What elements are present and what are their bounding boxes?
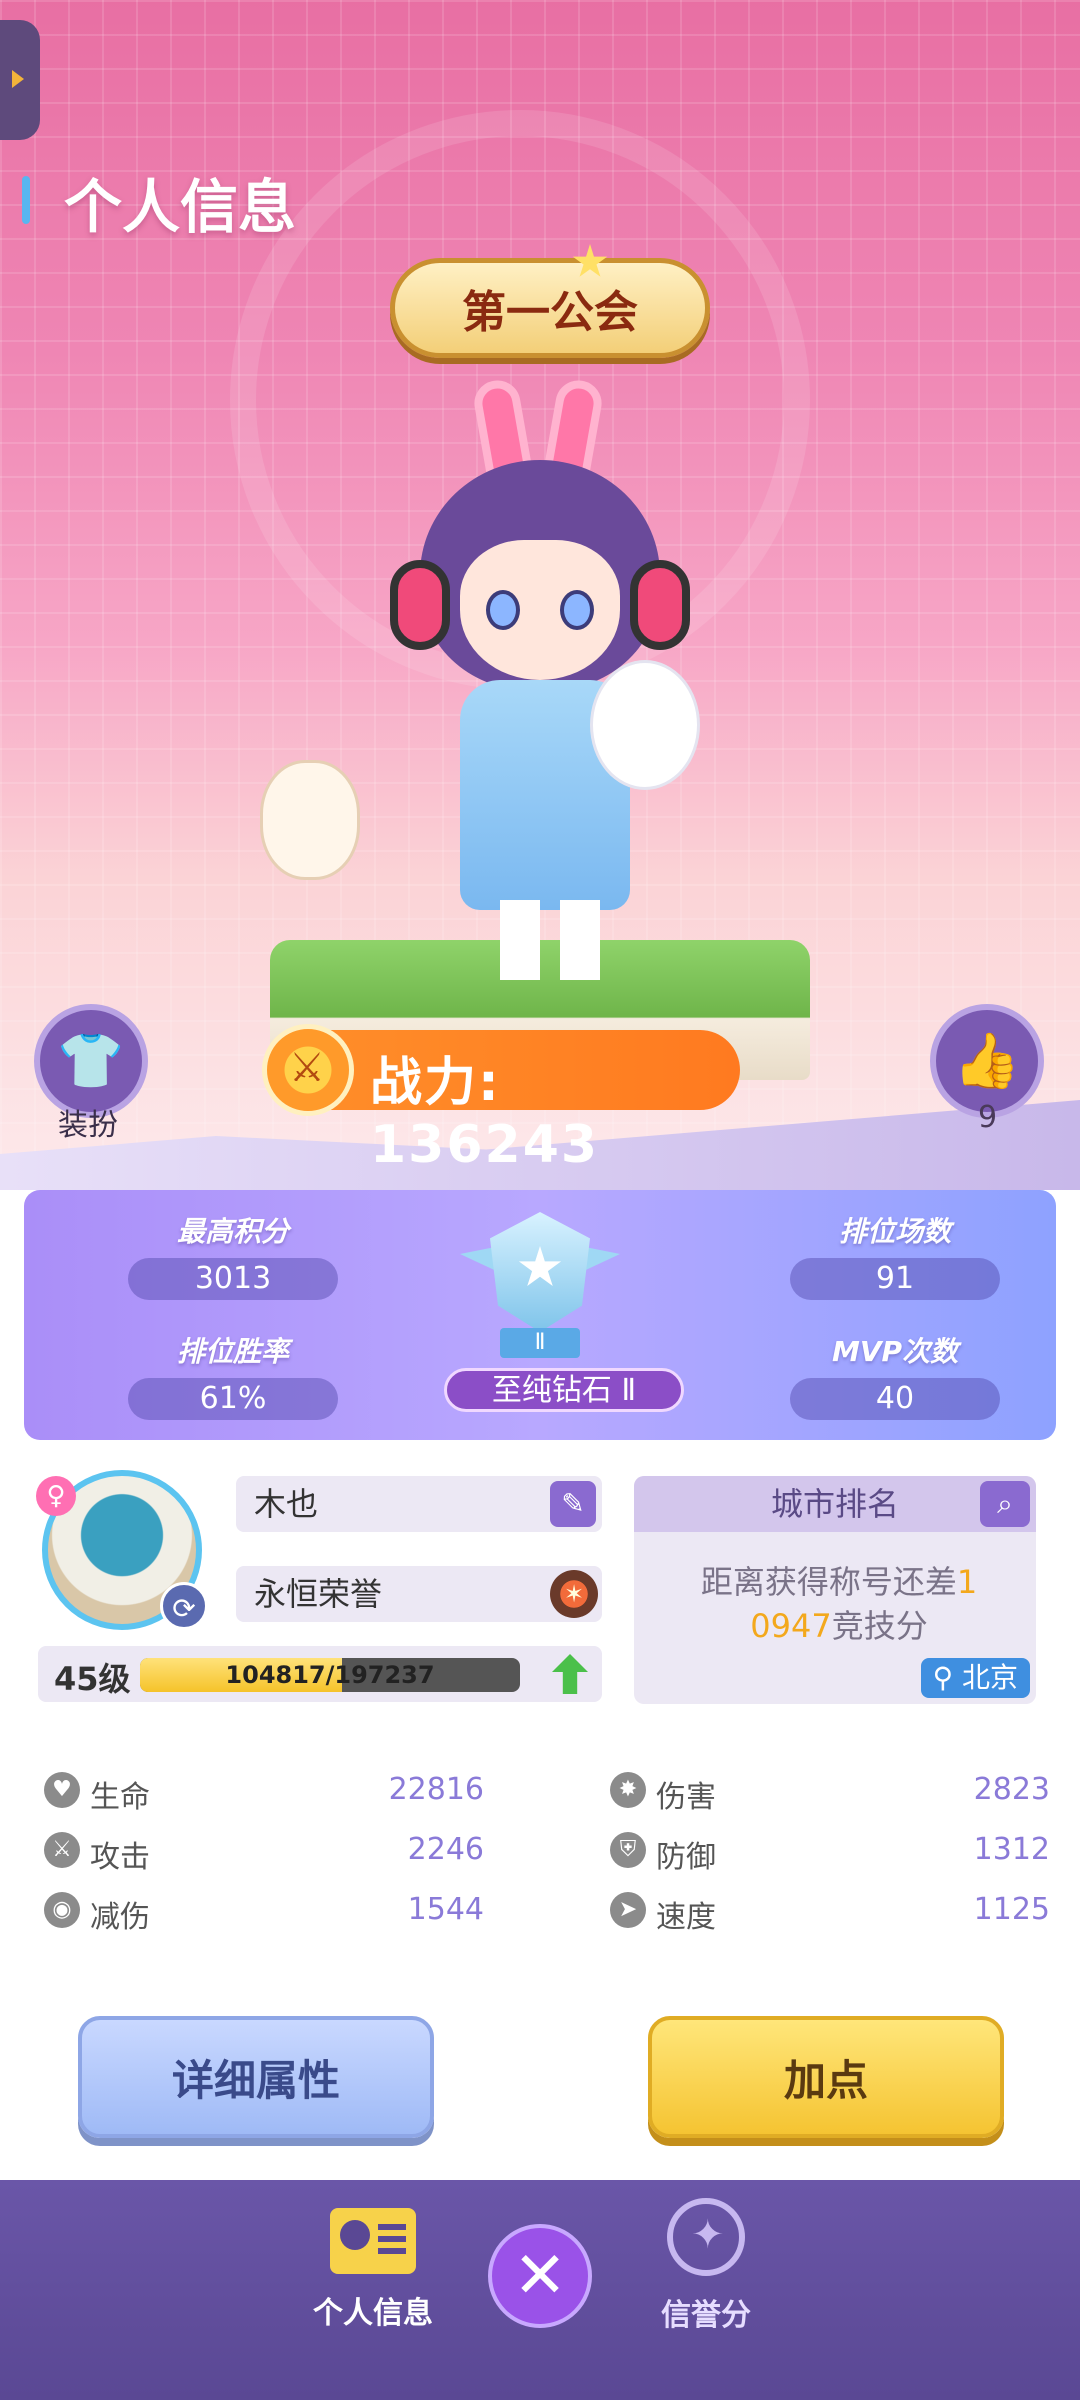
stat-value: 22816 [388,1772,484,1807]
stat-label: 攻击 [90,1840,150,1875]
stat-label: 生命 [90,1780,150,1815]
stat-label: 速度 [656,1900,716,1935]
stat-label: 防御 [656,1840,716,1875]
city-msg-text: 距离获得称号还差 [700,1563,957,1601]
win-rate-label: 排位胜率 [176,1335,289,1368]
held-bunny-plush [590,660,700,790]
honor-badge-icon: ✶ [550,1570,598,1618]
close-button[interactable]: ✕ [488,2224,592,2328]
detailed-attributes-button[interactable]: 详细属性 [78,2016,434,2138]
headphone-right [630,560,690,650]
rank-matches-label: 排位场数 [838,1215,951,1248]
player-name: 木也 [254,1485,319,1523]
win-rate-cell: 排位胜率 61% [128,1330,338,1420]
side-drawer-tab[interactable] [0,20,40,140]
tab-credit-score[interactable]: 信誉分 [646,2198,766,2334]
city-ranking-title: 城市排名 [634,1476,1036,1532]
eye-right [560,590,594,630]
city-ranking-box: 城市排名 ⌕ 距离获得称号还差1 0947竞技分 ⚲ 北京 [634,1476,1036,1704]
mvp-label: MVP次数 [831,1335,959,1368]
stat-row: ➤ 速度 1125 [610,1886,1050,1936]
rank-matches-cell: 排位场数 91 [790,1210,1000,1300]
city-msg-points: 1 [956,1563,978,1601]
change-avatar-icon[interactable]: ⟳ [160,1582,208,1630]
stat-row: ◉ 减伤 1544 [44,1886,484,1936]
credit-badge-icon [667,2198,745,2276]
stat-value: 1544 [407,1892,484,1927]
stat-row: ⚔ 攻击 2246 [44,1826,484,1876]
location-badge[interactable]: ⚲ 北京 [920,1658,1030,1698]
edit-name-button[interactable]: ✎ [550,1481,596,1527]
add-points-button[interactable]: 加点 [648,2016,1004,2138]
shirt-icon: 👕 [57,1029,125,1092]
bunny-pet [260,760,360,880]
damage-icon: ✸ [610,1772,646,1808]
heart-icon: ♥ [44,1772,80,1808]
location-pin-icon: ⚲ [932,1661,954,1694]
location-name: 北京 [961,1661,1018,1694]
mvp-value: 40 [790,1378,1000,1420]
player-name-field: 木也 ✎ [236,1476,602,1532]
tab-personal-info-label: 个人信息 [313,2296,433,2331]
female-gender-icon: ♀ [36,1476,76,1516]
eye-left [486,590,520,630]
player-level: 45级 [54,1660,131,1698]
edit-icon: ✎ [561,1487,585,1520]
rank-matches-value: 91 [790,1258,1000,1300]
headphone-left [390,560,450,650]
stat-label: 减伤 [90,1900,150,1935]
combat-power-value: 战力: 136243 [370,1053,600,1175]
attribute-stats-card: ♥ 生命 22816 ✸ 伤害 2823 ⚔ 攻击 2246 ⛨ 防御 1312… [24,1740,1056,1986]
speed-icon: ➤ [610,1892,646,1928]
highest-score-label: 最高积分 [176,1215,289,1248]
city-msg-unit: 竞技分 [831,1607,928,1645]
highest-score-value: 3013 [128,1258,338,1300]
rank-tier-title: 至纯钻石 Ⅱ [444,1368,684,1412]
stat-row: ⛨ 防御 1312 [610,1826,1050,1876]
character-face [460,540,620,680]
city-msg-points: 0947 [750,1607,832,1645]
stat-value: 2823 [973,1772,1050,1807]
page-title: 个人信息 [64,173,297,241]
rank-emblem[interactable]: Ⅱ [460,1212,620,1362]
tab-personal-info[interactable]: 个人信息 [308,2208,438,2332]
character-figure[interactable] [380,376,700,980]
stat-value: 1125 [973,1892,1050,1927]
stat-value: 1312 [973,1832,1050,1867]
guild-title-banner: 第一公会 [390,258,710,358]
sword-icon: ⚔ [44,1832,80,1868]
honor-title-field[interactable]: 永恒荣誉 ✶ [236,1566,602,1622]
exp-progress-bar: 104817/197237 [140,1658,520,1692]
search-icon: ⌕ [997,1487,1013,1520]
exp-progress-text: 104817/197237 [225,1661,435,1689]
stat-row: ♥ 生命 22816 [44,1766,484,1816]
outfit-label: 装扮 [58,1108,118,1143]
mvp-cell: MVP次数 40 [790,1330,1000,1420]
shield-icon: ⛨ [610,1832,646,1868]
rank-stats-panel: 最高积分 3013 排位场数 91 排位胜率 61% MVP次数 40 Ⅱ 至纯… [24,1190,1056,1440]
level-up-arrow-icon[interactable] [552,1654,588,1694]
character-legs [500,900,600,980]
stat-row: ✸ 伤害 2823 [610,1766,1050,1816]
tab-credit-score-label: 信誉分 [661,2298,751,2333]
id-card-icon [330,2208,416,2274]
honor-title: 永恒荣誉 [254,1575,383,1613]
rank-tier-ribbon: Ⅱ [500,1328,580,1358]
title-accent-bar [22,176,30,224]
combat-power-badge: 战力: 136243 [262,1024,740,1175]
profile-card: ♀ ⟳ 木也 ✎ 永恒荣誉 ✶ 45级 104817/197237 城市排名 ⌕… [24,1450,1056,1720]
like-count: 9 [978,1100,998,1135]
character-stage [260,376,810,1080]
thumbs-up-icon: 👍 [953,1029,1021,1092]
combat-power-icon [262,1024,354,1116]
stat-value: 2246 [407,1832,484,1867]
level-row: 45级 104817/197237 [38,1646,602,1702]
win-rate-value: 61% [128,1378,338,1420]
city-ranking-message: 距离获得称号还差1 0947竞技分 [664,1560,1014,1648]
damage-reduction-icon: ◉ [44,1892,80,1928]
highest-score-cell: 最高积分 3013 [128,1210,338,1300]
stat-label: 伤害 [656,1780,716,1815]
city-search-button[interactable]: ⌕ [980,1481,1030,1527]
